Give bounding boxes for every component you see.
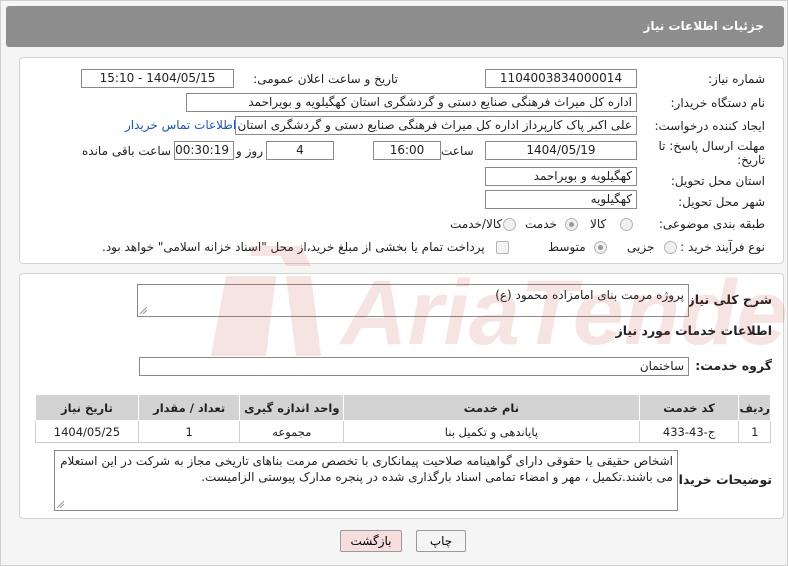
page-title: جزئیات اطلاعات نیاز	[643, 19, 764, 33]
summary-label: شرح کلی نیاز:	[682, 292, 772, 307]
category-goods-service-radio[interactable]	[503, 218, 516, 231]
cell-unit: مجموعه	[239, 420, 345, 443]
deadline-date-label: تاریخ:	[737, 153, 765, 167]
buyer-notes-textarea[interactable]: اشخاص حقیقی یا حقوقی دارای گواهینامه صلا…	[54, 450, 678, 511]
need-info-panel: شماره نیاز: 1104003834000014 تاریخ و ساع…	[19, 57, 784, 264]
deadline-label: مهلت ارسال پاسخ: تا	[658, 139, 765, 153]
table-row: 1 ج-43-433 پایاندهی و تکمیل بنا مجموعه 1…	[35, 420, 771, 443]
cell-quantity: 1	[137, 420, 241, 443]
process-minor-label: جزیی	[627, 240, 655, 254]
category-label: طبقه بندی موضوعی:	[658, 217, 765, 231]
deadline-date-field[interactable]: 1404/05/19	[485, 141, 637, 160]
category-service-radio[interactable]	[565, 218, 578, 231]
process-minor-radio[interactable]	[664, 241, 677, 254]
services-table-header: ردیف کد خدمت نام خدمت واحد اندازه گیری ت…	[35, 394, 771, 421]
creator-label: ایجاد کننده درخواست:	[654, 119, 765, 133]
summary-text: پروژه مرمت بنای امامزاده محمود (ع)	[495, 288, 684, 302]
buyer-notes-text: اشخاص حقیقی یا حقوقی دارای گواهینامه صلا…	[60, 454, 673, 484]
buyer-notes-label: توضیحات خریدار:	[666, 472, 772, 487]
remaining-time-field[interactable]: 00:30:19	[174, 141, 234, 160]
service-group-label: گروه خدمت:	[695, 358, 772, 373]
process-medium-radio[interactable]	[594, 241, 607, 254]
city-label: شهر محل تحویل:	[678, 195, 765, 209]
treasury-payment-note: پرداخت تمام یا بخشی از مبلغ خرید،از محل …	[102, 240, 485, 254]
announce-datetime-label: تاریخ و ساعت اعلان عمومی:	[253, 72, 398, 86]
treasury-payment-checkbox[interactable]	[496, 241, 509, 254]
deadline-time-label: ساعت	[441, 144, 474, 158]
city-field[interactable]: کهگیلویه	[485, 190, 637, 209]
col-quantity: تعداد / مقدار	[137, 394, 241, 421]
need-number-field[interactable]: 1104003834000014	[485, 69, 637, 88]
days-label: روز و	[236, 144, 263, 158]
title-bar: جزئیات اطلاعات نیاز	[6, 6, 784, 47]
process-medium-label: متوسط	[548, 240, 586, 254]
cell-service-name: پایاندهی و تکمیل بنا	[343, 420, 640, 443]
category-goods-radio[interactable]	[620, 218, 633, 231]
deadline-time-field[interactable]: 16:00	[373, 141, 441, 160]
cell-need-date: 1404/05/25	[35, 420, 139, 443]
col-need-date: تاریخ نیاز	[35, 394, 139, 421]
cell-row-number: 1	[738, 420, 771, 443]
cell-service-code: ج-43-433	[638, 420, 740, 443]
resize-grip-icon[interactable]	[57, 501, 64, 508]
category-goods-label: کالا	[590, 217, 607, 231]
days-remaining-field[interactable]: 4	[266, 141, 334, 160]
col-service-code: کد خدمت	[638, 394, 740, 421]
province-field[interactable]: کهگیلویه و بویراحمد	[485, 167, 637, 186]
province-label: استان محل تحویل:	[670, 174, 765, 188]
service-group-field[interactable]: ساختمان	[139, 357, 689, 376]
col-unit: واحد اندازه گیری	[239, 394, 345, 421]
back-button[interactable]: بازگشت	[340, 530, 402, 552]
page-frame: جزئیات اطلاعات نیاز شماره نیاز: 11040038…	[0, 0, 788, 566]
category-service-label: خدمت	[525, 217, 557, 231]
services-table: ردیف کد خدمت نام خدمت واحد اندازه گیری ت…	[35, 394, 771, 443]
buyer-org-label: نام دستگاه خریدار:	[670, 96, 766, 110]
announce-datetime-field[interactable]: 1404/05/15 - 15:10	[81, 69, 234, 88]
col-service-name: نام خدمت	[343, 394, 640, 421]
services-heading: اطلاعات خدمات مورد نیاز	[615, 323, 773, 338]
buyer-contact-link[interactable]: اطلاعات تماس خریدار	[125, 118, 236, 132]
print-button[interactable]: چاپ	[416, 530, 466, 552]
buyer-org-field[interactable]: اداره کل میراث فرهنگی صنایع دستی و گردشگ…	[186, 93, 637, 112]
need-number-label: شماره نیاز:	[708, 72, 765, 86]
remaining-time-label: ساعت باقی مانده	[82, 144, 172, 158]
col-row-number: ردیف	[738, 394, 771, 421]
creator-field[interactable]: علی اکبر پاک کارپرداز اداره کل میراث فره…	[235, 116, 637, 135]
process-type-label: نوع فرآیند خرید :	[680, 240, 765, 254]
summary-textarea[interactable]: پروژه مرمت بنای امامزاده محمود (ع)	[137, 284, 689, 317]
resize-grip-icon[interactable]	[140, 307, 147, 314]
category-goods-service-label: کالا/خدمت	[450, 217, 503, 231]
need-details-panel: شرح کلی نیاز: پروژه مرمت بنای امامزاده م…	[19, 273, 784, 519]
